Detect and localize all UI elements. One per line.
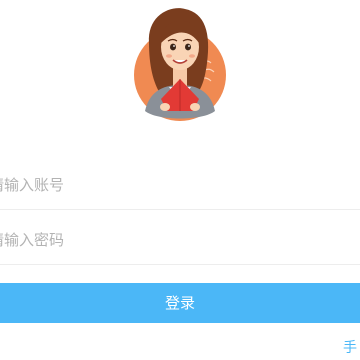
avatar [134,8,226,121]
login-page: 登录 手 [0,0,360,360]
bottom-right-link[interactable]: 手 [343,337,357,357]
divider [0,264,360,265]
divider [0,209,360,210]
password-field [0,215,360,265]
account-input[interactable] [0,172,349,198]
account-field [0,160,360,210]
login-button[interactable]: 登录 [0,283,360,323]
password-input[interactable] [0,227,349,253]
